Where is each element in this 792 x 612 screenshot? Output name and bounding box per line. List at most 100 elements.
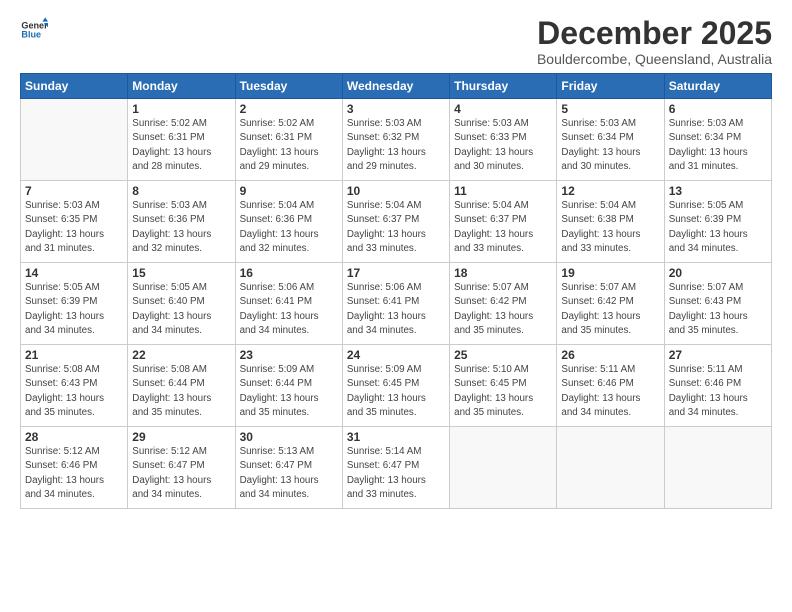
day-detail: Sunrise: 5:03 AM Sunset: 6:34 PM Dayligh…: [669, 117, 767, 174]
calendar-header-row: SundayMondayTuesdayWednesdayThursdayFrid…: [21, 74, 772, 99]
day-number: 7: [25, 184, 123, 198]
calendar-cell: 8Sunrise: 5:03 AM Sunset: 6:36 PM Daylig…: [128, 181, 235, 263]
calendar-cell: 25Sunrise: 5:10 AM Sunset: 6:45 PM Dayli…: [450, 345, 557, 427]
calendar-cell: 7Sunrise: 5:03 AM Sunset: 6:35 PM Daylig…: [21, 181, 128, 263]
day-number: 31: [347, 430, 445, 444]
day-number: 11: [454, 184, 552, 198]
calendar-cell: 31Sunrise: 5:14 AM Sunset: 6:47 PM Dayli…: [342, 427, 449, 509]
day-number: 5: [561, 102, 659, 116]
day-detail: Sunrise: 5:08 AM Sunset: 6:44 PM Dayligh…: [132, 363, 230, 420]
day-number: 24: [347, 348, 445, 362]
calendar-cell: 30Sunrise: 5:13 AM Sunset: 6:47 PM Dayli…: [235, 427, 342, 509]
calendar-cell: 26Sunrise: 5:11 AM Sunset: 6:46 PM Dayli…: [557, 345, 664, 427]
day-number: 1: [132, 102, 230, 116]
calendar-cell: 3Sunrise: 5:03 AM Sunset: 6:32 PM Daylig…: [342, 99, 449, 181]
day-detail: Sunrise: 5:02 AM Sunset: 6:31 PM Dayligh…: [132, 117, 230, 174]
logo: General Blue: [20, 16, 48, 44]
day-detail: Sunrise: 5:06 AM Sunset: 6:41 PM Dayligh…: [347, 281, 445, 338]
calendar-cell: 17Sunrise: 5:06 AM Sunset: 6:41 PM Dayli…: [342, 263, 449, 345]
day-number: 9: [240, 184, 338, 198]
day-detail: Sunrise: 5:04 AM Sunset: 6:37 PM Dayligh…: [347, 199, 445, 256]
day-number: 26: [561, 348, 659, 362]
day-of-week-header: Friday: [557, 74, 664, 99]
calendar-cell: 23Sunrise: 5:09 AM Sunset: 6:44 PM Dayli…: [235, 345, 342, 427]
location: Bouldercombe, Queensland, Australia: [537, 51, 772, 67]
day-detail: Sunrise: 5:07 AM Sunset: 6:43 PM Dayligh…: [669, 281, 767, 338]
calendar-cell: 27Sunrise: 5:11 AM Sunset: 6:46 PM Dayli…: [664, 345, 771, 427]
day-number: 25: [454, 348, 552, 362]
day-number: 21: [25, 348, 123, 362]
day-detail: Sunrise: 5:13 AM Sunset: 6:47 PM Dayligh…: [240, 445, 338, 502]
day-detail: Sunrise: 5:03 AM Sunset: 6:34 PM Dayligh…: [561, 117, 659, 174]
calendar-cell: 5Sunrise: 5:03 AM Sunset: 6:34 PM Daylig…: [557, 99, 664, 181]
day-number: 22: [132, 348, 230, 362]
calendar-cell: 15Sunrise: 5:05 AM Sunset: 6:40 PM Dayli…: [128, 263, 235, 345]
title-block: December 2025 Bouldercombe, Queensland, …: [537, 16, 772, 67]
day-of-week-header: Thursday: [450, 74, 557, 99]
day-number: 13: [669, 184, 767, 198]
day-of-week-header: Tuesday: [235, 74, 342, 99]
day-detail: Sunrise: 5:12 AM Sunset: 6:47 PM Dayligh…: [132, 445, 230, 502]
calendar-week-row: 1Sunrise: 5:02 AM Sunset: 6:31 PM Daylig…: [21, 99, 772, 181]
svg-text:Blue: Blue: [21, 30, 41, 40]
calendar-cell: 20Sunrise: 5:07 AM Sunset: 6:43 PM Dayli…: [664, 263, 771, 345]
day-number: 30: [240, 430, 338, 444]
calendar-week-row: 14Sunrise: 5:05 AM Sunset: 6:39 PM Dayli…: [21, 263, 772, 345]
day-detail: Sunrise: 5:02 AM Sunset: 6:31 PM Dayligh…: [240, 117, 338, 174]
calendar-cell: 28Sunrise: 5:12 AM Sunset: 6:46 PM Dayli…: [21, 427, 128, 509]
calendar-cell: 16Sunrise: 5:06 AM Sunset: 6:41 PM Dayli…: [235, 263, 342, 345]
calendar-cell: [664, 427, 771, 509]
day-detail: Sunrise: 5:09 AM Sunset: 6:44 PM Dayligh…: [240, 363, 338, 420]
day-number: 3: [347, 102, 445, 116]
calendar-cell: 12Sunrise: 5:04 AM Sunset: 6:38 PM Dayli…: [557, 181, 664, 263]
calendar-cell: 29Sunrise: 5:12 AM Sunset: 6:47 PM Dayli…: [128, 427, 235, 509]
day-number: 2: [240, 102, 338, 116]
day-number: 17: [347, 266, 445, 280]
header: General Blue December 2025 Bouldercombe,…: [20, 16, 772, 67]
day-number: 4: [454, 102, 552, 116]
day-detail: Sunrise: 5:11 AM Sunset: 6:46 PM Dayligh…: [561, 363, 659, 420]
day-detail: Sunrise: 5:04 AM Sunset: 6:36 PM Dayligh…: [240, 199, 338, 256]
calendar-cell: 6Sunrise: 5:03 AM Sunset: 6:34 PM Daylig…: [664, 99, 771, 181]
day-number: 10: [347, 184, 445, 198]
day-detail: Sunrise: 5:09 AM Sunset: 6:45 PM Dayligh…: [347, 363, 445, 420]
calendar-cell: 19Sunrise: 5:07 AM Sunset: 6:42 PM Dayli…: [557, 263, 664, 345]
day-number: 29: [132, 430, 230, 444]
calendar-cell: 22Sunrise: 5:08 AM Sunset: 6:44 PM Dayli…: [128, 345, 235, 427]
day-detail: Sunrise: 5:05 AM Sunset: 6:39 PM Dayligh…: [669, 199, 767, 256]
day-number: 15: [132, 266, 230, 280]
day-number: 27: [669, 348, 767, 362]
calendar-cell: 9Sunrise: 5:04 AM Sunset: 6:36 PM Daylig…: [235, 181, 342, 263]
day-detail: Sunrise: 5:03 AM Sunset: 6:35 PM Dayligh…: [25, 199, 123, 256]
page-container: General Blue December 2025 Bouldercombe,…: [0, 0, 792, 519]
day-detail: Sunrise: 5:14 AM Sunset: 6:47 PM Dayligh…: [347, 445, 445, 502]
day-detail: Sunrise: 5:03 AM Sunset: 6:36 PM Dayligh…: [132, 199, 230, 256]
calendar-cell: [450, 427, 557, 509]
calendar-cell: 24Sunrise: 5:09 AM Sunset: 6:45 PM Dayli…: [342, 345, 449, 427]
month-title: December 2025: [537, 16, 772, 51]
day-of-week-header: Saturday: [664, 74, 771, 99]
day-number: 16: [240, 266, 338, 280]
calendar-cell: [21, 99, 128, 181]
calendar-week-row: 21Sunrise: 5:08 AM Sunset: 6:43 PM Dayli…: [21, 345, 772, 427]
calendar-cell: 4Sunrise: 5:03 AM Sunset: 6:33 PM Daylig…: [450, 99, 557, 181]
day-number: 20: [669, 266, 767, 280]
calendar-cell: 11Sunrise: 5:04 AM Sunset: 6:37 PM Dayli…: [450, 181, 557, 263]
day-detail: Sunrise: 5:03 AM Sunset: 6:33 PM Dayligh…: [454, 117, 552, 174]
day-number: 8: [132, 184, 230, 198]
calendar-cell: 1Sunrise: 5:02 AM Sunset: 6:31 PM Daylig…: [128, 99, 235, 181]
calendar-cell: 18Sunrise: 5:07 AM Sunset: 6:42 PM Dayli…: [450, 263, 557, 345]
calendar-week-row: 7Sunrise: 5:03 AM Sunset: 6:35 PM Daylig…: [21, 181, 772, 263]
day-number: 19: [561, 266, 659, 280]
day-detail: Sunrise: 5:04 AM Sunset: 6:38 PM Dayligh…: [561, 199, 659, 256]
day-detail: Sunrise: 5:10 AM Sunset: 6:45 PM Dayligh…: [454, 363, 552, 420]
day-of-week-header: Sunday: [21, 74, 128, 99]
day-detail: Sunrise: 5:07 AM Sunset: 6:42 PM Dayligh…: [561, 281, 659, 338]
day-detail: Sunrise: 5:05 AM Sunset: 6:40 PM Dayligh…: [132, 281, 230, 338]
day-number: 23: [240, 348, 338, 362]
calendar-cell: 14Sunrise: 5:05 AM Sunset: 6:39 PM Dayli…: [21, 263, 128, 345]
day-detail: Sunrise: 5:05 AM Sunset: 6:39 PM Dayligh…: [25, 281, 123, 338]
day-of-week-header: Monday: [128, 74, 235, 99]
day-number: 28: [25, 430, 123, 444]
day-detail: Sunrise: 5:11 AM Sunset: 6:46 PM Dayligh…: [669, 363, 767, 420]
